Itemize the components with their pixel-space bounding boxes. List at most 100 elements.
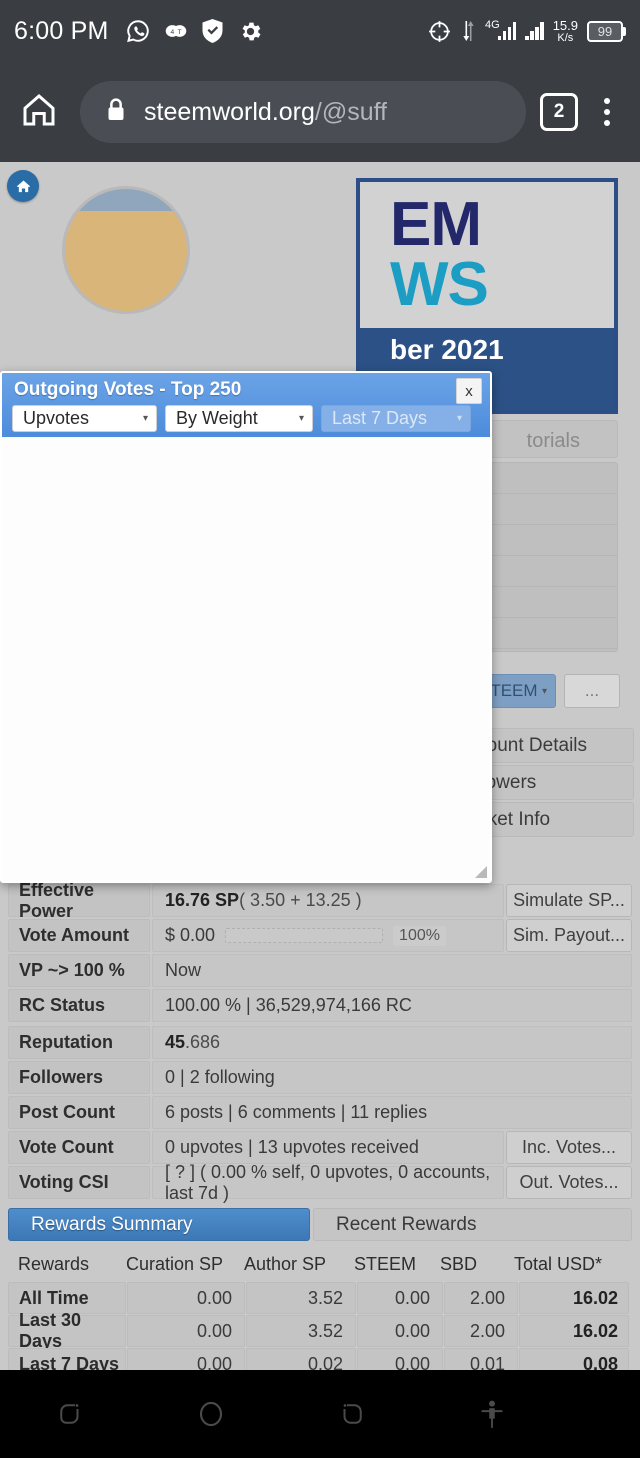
device-screen: 6:00 PM 4T 4G 15.9 K/s 99 steemworld.org… xyxy=(0,0,640,1458)
cell-steem: 0.00 xyxy=(357,1282,443,1314)
data-transfer-icon xyxy=(461,19,476,43)
period-value: Last 7 Days xyxy=(332,408,428,428)
row-label: VP ~> 100 % xyxy=(8,954,150,987)
table-row: Reputation 45.686 xyxy=(8,1026,632,1059)
dialog-content-area xyxy=(2,437,490,881)
row-label: Vote Amount xyxy=(8,919,150,952)
effective-power-value: 16.76 SP xyxy=(165,890,240,910)
recents-button[interactable] xyxy=(0,1399,141,1429)
cell-curation-sp: 0.00 xyxy=(127,1282,245,1314)
status-time: 6:00 PM xyxy=(14,16,109,45)
cell-curation-sp: 0.00 xyxy=(127,1348,245,1370)
currency-controls: STEEM ▾ ... xyxy=(470,674,620,708)
effective-power-detail: ( 3.50 + 13.25 ) xyxy=(239,890,362,910)
row-value: $ 0.00 100% xyxy=(152,919,504,952)
simulate-sp-button[interactable]: Simulate SP... xyxy=(506,884,632,917)
row-value: [ ? ] ( 0.00 % self, 0 upvotes, 0 accoun… xyxy=(152,1162,504,1203)
sort-select[interactable]: By Weight ▾ xyxy=(165,405,313,432)
sort-value: By Weight xyxy=(176,408,258,428)
vote-type-select[interactable]: Upvotes ▾ xyxy=(12,405,157,432)
data-rate-value: 15.9 xyxy=(552,17,578,33)
cell-sbd: 2.00 xyxy=(444,1315,518,1347)
stats-table-primary: Effective Power 16.76 SP ( 3.50 + 13.25 … xyxy=(8,880,632,1024)
tab-recent-rewards[interactable]: Recent Rewards xyxy=(313,1208,632,1241)
resize-handle[interactable] xyxy=(475,866,487,878)
cell-sbd: 0.01 xyxy=(444,1348,518,1370)
cell-sbd: 2.00 xyxy=(444,1282,518,1314)
col-header-sbd: SBD xyxy=(440,1253,478,1274)
android-status-bar: 6:00 PM 4T 4G 15.9 K/s 99 xyxy=(0,0,640,62)
accessibility-button[interactable] xyxy=(422,1399,563,1429)
rewards-summary-table: Rewards Curation SP Author SP STEEM SBD … xyxy=(8,1246,632,1370)
close-icon[interactable]: x xyxy=(456,378,482,404)
vote-power-percent: 100% xyxy=(393,925,446,946)
cell-author-sp: 0.02 xyxy=(246,1348,356,1370)
overflow-menu-icon[interactable] xyxy=(592,98,622,126)
tab-rewards-summary[interactable]: Rewards Summary xyxy=(8,1208,310,1241)
dialog-filter-bar: Upvotes ▾ By Weight ▾ Last 7 Days ▾ xyxy=(12,405,471,432)
reputation-decimal: .686 xyxy=(185,1032,221,1052)
table-row: Followers 0 | 2 following xyxy=(8,1061,632,1094)
whatsapp-icon xyxy=(125,18,151,44)
signal-sim2-icon xyxy=(525,22,544,40)
incoming-votes-button[interactable]: Inc. Votes... xyxy=(506,1131,632,1164)
row-label: Effective Power xyxy=(8,880,150,921)
chevron-down-icon: ▾ xyxy=(456,413,462,424)
site-home-button[interactable] xyxy=(7,170,39,202)
status-notification-icons: 4T xyxy=(125,18,263,44)
row-value: 100.00 % | 36,529,974,166 RC xyxy=(152,989,632,1022)
android-navigation-bar xyxy=(0,1370,640,1458)
data-rate-indicator: 15.9 K/s xyxy=(553,19,578,44)
dialog-title: Outgoing Votes - Top 250 xyxy=(14,379,242,400)
vote-type-value: Upvotes xyxy=(23,408,90,428)
address-bar[interactable]: steemworld.org/@suff xyxy=(80,81,526,143)
table-row: Voting CSI [ ? ] ( 0.00 % self, 0 upvote… xyxy=(8,1162,632,1203)
outgoing-votes-button[interactable]: Out. Votes... xyxy=(506,1166,632,1199)
gear-icon xyxy=(238,19,263,44)
row-value: 0 | 2 following xyxy=(152,1061,632,1094)
tutorials-label: torials xyxy=(526,430,580,452)
outgoing-votes-dialog: Outgoing Votes - Top 250 x Upvotes ▾ By … xyxy=(0,371,492,883)
chevron-down-icon: ▾ xyxy=(541,685,547,697)
chevron-down-icon: ▾ xyxy=(142,413,148,424)
network-type-label: 4G xyxy=(485,19,500,31)
battery-level: 99 xyxy=(587,20,623,42)
data-rate-unit: K/s xyxy=(557,31,574,44)
row-label: Followers xyxy=(8,1061,150,1094)
vote-power-bar xyxy=(225,928,384,943)
more-options-button[interactable]: ... xyxy=(564,674,620,708)
stats-table-secondary: Reputation 45.686 Followers 0 | 2 follow… xyxy=(8,1026,632,1203)
url-path: /@suff xyxy=(314,97,388,126)
messenger-icon: 4T xyxy=(165,22,187,40)
location-crosshair-icon xyxy=(427,19,452,44)
cell-period: Last 7 Days xyxy=(8,1348,126,1370)
lock-icon xyxy=(106,97,126,128)
status-system-icons: 4G 15.9 K/s 99 xyxy=(427,19,626,44)
back-button[interactable] xyxy=(281,1399,422,1429)
row-value: 45.686 xyxy=(152,1026,632,1059)
home-button[interactable] xyxy=(141,1398,282,1430)
table-row: Last 30 Days 0.00 3.52 0.00 2.00 16.02 xyxy=(8,1310,632,1351)
tab-counter-button[interactable]: 2 xyxy=(540,93,578,131)
url-text: steemworld.org/@suff xyxy=(144,98,387,127)
banner-line-1: EM xyxy=(390,190,482,260)
row-label: Reputation xyxy=(8,1026,150,1059)
signal-bars-2 xyxy=(525,22,544,40)
signal-bars-1 xyxy=(497,22,517,40)
banner-title-block: EM WS xyxy=(360,182,614,328)
col-header-steem: STEEM xyxy=(354,1253,417,1274)
cell-steem: 0.00 xyxy=(357,1315,443,1347)
dialog-title-bar[interactable]: Outgoing Votes - Top 250 x Upvotes ▾ By … xyxy=(2,373,490,437)
row-label: RC Status xyxy=(8,989,150,1022)
col-header-total-usd: Total USD* xyxy=(514,1253,603,1274)
sim-payout-button[interactable]: Sim. Payout... xyxy=(506,919,632,952)
banner-line-2: WS xyxy=(390,250,489,319)
row-value: 0 upvotes | 13 upvotes received xyxy=(152,1131,504,1164)
row-value: 6 posts | 6 comments | 11 replies xyxy=(152,1096,632,1129)
row-label: Vote Count xyxy=(8,1131,150,1164)
cell-total-usd: 0.08 xyxy=(519,1348,629,1370)
home-icon[interactable] xyxy=(18,89,60,136)
table-row: Vote Amount $ 0.00 100% Sim. Payout... xyxy=(8,919,632,952)
signal-sim1-icon: 4G xyxy=(485,19,517,40)
period-select: Last 7 Days ▾ xyxy=(321,405,471,432)
